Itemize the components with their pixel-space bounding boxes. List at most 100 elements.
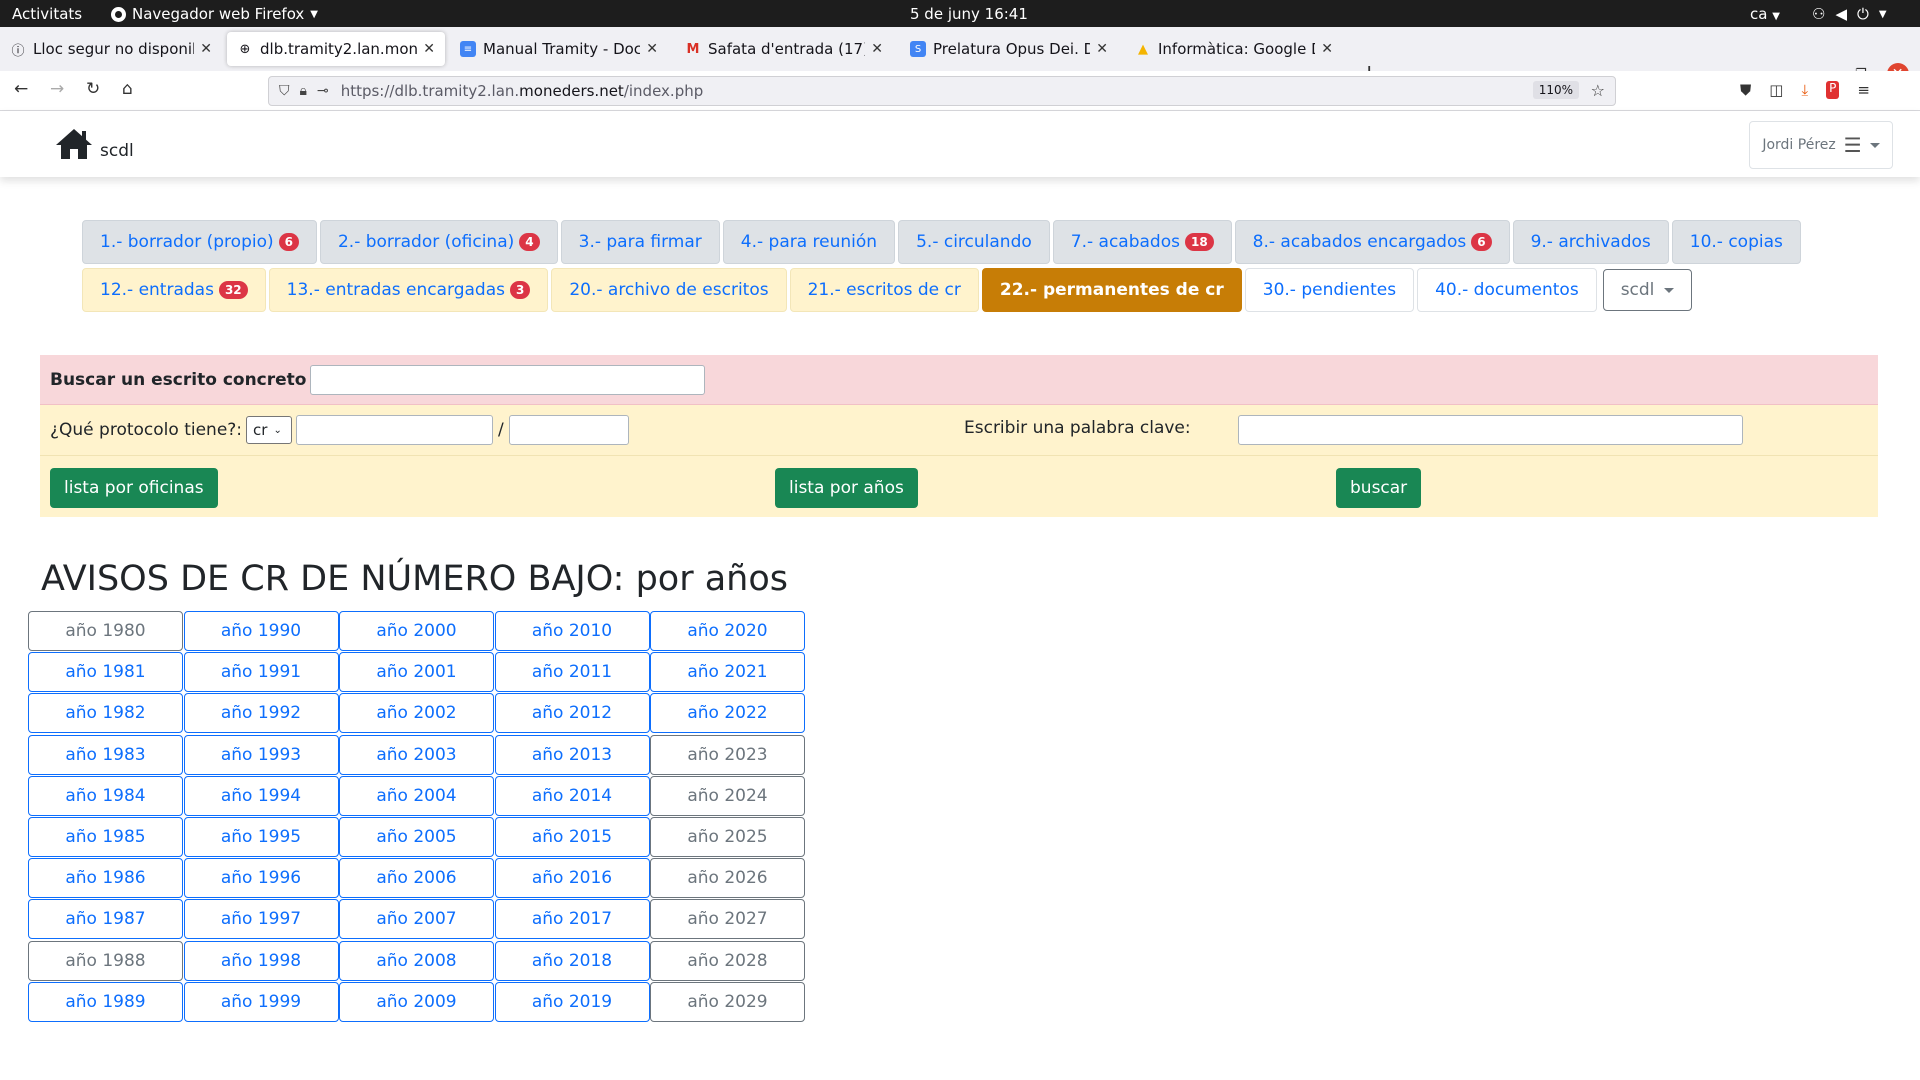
year-button[interactable]: año 2021 xyxy=(650,652,805,693)
download-icon[interactable]: ⤓ xyxy=(1801,81,1808,99)
year-button[interactable]: año 1985 xyxy=(28,816,183,857)
home-icon[interactable] xyxy=(54,127,94,165)
tab-para-reunion[interactable]: 4.- para reunión xyxy=(722,220,896,264)
year-button[interactable]: año 2022 xyxy=(650,693,805,734)
addon-icon[interactable]: P xyxy=(1826,81,1840,99)
year-button[interactable]: año 2019 xyxy=(494,981,650,1022)
clock[interactable]: 5 de juny 16:41 xyxy=(910,5,1028,23)
url-text[interactable]: https://dlb.tramity2.lan.moneders.net/in… xyxy=(341,82,704,100)
system-menu[interactable]: ⚇ ◀ ⏻ ▼ xyxy=(1812,5,1887,23)
tab-circulando[interactable]: 5.- circulando xyxy=(898,220,1050,264)
close-icon[interactable]: ✕ xyxy=(1321,41,1333,57)
lock-icon[interactable]: 🔒︎ xyxy=(300,83,307,99)
year-button[interactable]: año 1984 xyxy=(28,775,183,816)
menu-icon[interactable]: ≡ xyxy=(1857,81,1870,99)
year-button[interactable]: año 1983 xyxy=(28,734,183,775)
close-icon[interactable]: ✕ xyxy=(423,41,435,57)
close-icon[interactable]: ✕ xyxy=(871,41,883,57)
year-button[interactable]: año 1994 xyxy=(183,775,339,816)
year-button[interactable]: año 2001 xyxy=(339,652,494,693)
tab-permanentes-cr[interactable]: 22.- permanentes de cr xyxy=(981,268,1242,312)
year-button[interactable]: año 2002 xyxy=(339,693,494,734)
year-button[interactable]: año 1995 xyxy=(183,816,339,857)
reload-icon[interactable]: ↻ xyxy=(86,79,100,99)
tab-entradas[interactable]: 12.- entradas 32 xyxy=(82,268,266,312)
tab-escritos-cr[interactable]: 21.- escritos de cr xyxy=(789,268,979,312)
year-button[interactable]: año 2006 xyxy=(339,858,494,899)
home-icon[interactable]: ⌂ xyxy=(122,79,133,99)
browser-tab[interactable]: M Safata d'entrada (17) - jor ✕ xyxy=(675,32,893,66)
shield-icon[interactable]: ⛉ xyxy=(279,83,290,99)
year-button[interactable]: año 2013 xyxy=(494,734,650,775)
browser-tab[interactable]: S Prelatura Opus Dei. Deleg ✕ xyxy=(900,32,1118,66)
user-menu[interactable]: Jordi Pérez ☰ xyxy=(1749,121,1893,169)
year-button[interactable]: año 1987 xyxy=(28,899,183,940)
year-button[interactable]: año 2017 xyxy=(494,899,650,940)
year-button[interactable]: año 2011 xyxy=(494,652,650,693)
year-button[interactable]: año 1996 xyxy=(183,858,339,899)
tab-copias[interactable]: 10.- copias xyxy=(1671,220,1801,264)
year-button[interactable]: año 2000 xyxy=(339,611,494,651)
year-button[interactable]: año 1981 xyxy=(28,652,183,693)
tab-borrador-propio[interactable]: 1.- borrador (propio) 6 xyxy=(82,220,317,264)
scdl-dropdown[interactable]: scdl xyxy=(1602,269,1693,311)
year-button[interactable]: año 2012 xyxy=(494,693,650,734)
year-button[interactable]: año 1982 xyxy=(28,693,183,734)
search-button[interactable]: buscar xyxy=(1336,468,1422,508)
protocol-number-input[interactable] xyxy=(296,415,494,445)
year-button[interactable]: año 1989 xyxy=(28,981,183,1022)
year-button[interactable]: año 1986 xyxy=(28,858,183,899)
browser-tab-active[interactable]: ⊕ dlb.tramity2.lan.moneders ✕ xyxy=(227,32,445,66)
year-button[interactable]: año 1992 xyxy=(183,693,339,734)
list-by-offices-button[interactable]: lista por oficinas xyxy=(50,468,218,508)
close-icon[interactable]: ✕ xyxy=(200,41,212,57)
year-button[interactable]: año 2009 xyxy=(339,981,494,1022)
extension-icon[interactable]: ◫ xyxy=(1769,81,1783,99)
year-button[interactable]: año 1998 xyxy=(183,940,339,981)
permissions-icon[interactable]: ⊸ xyxy=(317,83,329,99)
zoom-indicator[interactable]: 110% xyxy=(1532,81,1579,99)
close-icon[interactable]: ✕ xyxy=(646,41,658,57)
browser-tab[interactable]: ⓘ Lloc segur no disponible ✕ xyxy=(0,32,222,66)
url-bar[interactable]: ⛉ 🔒︎ ⊸ https://dlb.tramity2.lan.moneders… xyxy=(268,76,1616,106)
tab-pendientes[interactable]: 30.- pendientes xyxy=(1244,268,1415,312)
year-button[interactable]: año 2004 xyxy=(339,775,494,816)
year-button[interactable]: año 2007 xyxy=(339,899,494,940)
brand-label[interactable]: scdl xyxy=(100,141,134,161)
browser-tab[interactable]: ≡ Manual Tramity - Documen ✕ xyxy=(450,32,668,66)
keyword-input[interactable] xyxy=(1238,415,1743,445)
year-button[interactable]: año 1993 xyxy=(183,734,339,775)
year-button[interactable]: año 1997 xyxy=(183,899,339,940)
year-button[interactable]: año 1990 xyxy=(183,611,339,651)
back-arrow-icon[interactable]: ← xyxy=(14,79,28,99)
tab-documentos[interactable]: 40.- documentos xyxy=(1417,268,1597,312)
tab-entradas-encargadas[interactable]: 13.- entradas encargadas 3 xyxy=(268,268,549,312)
year-button[interactable]: año 2018 xyxy=(494,940,650,981)
year-button[interactable]: año 1999 xyxy=(183,981,339,1022)
tab-para-firmar[interactable]: 3.- para firmar xyxy=(560,220,720,264)
year-button[interactable]: año 2005 xyxy=(339,816,494,857)
close-icon[interactable]: ✕ xyxy=(1096,41,1108,57)
app-menu[interactable]: Navegador web Firefox ▼ xyxy=(111,5,318,23)
year-button[interactable]: año 1991 xyxy=(183,652,339,693)
bookmark-star-icon[interactable]: ☆ xyxy=(1591,81,1605,100)
language-indicator[interactable]: ca ▼ xyxy=(1750,5,1780,23)
year-button[interactable]: año 2015 xyxy=(494,816,650,857)
year-button[interactable]: año 2003 xyxy=(339,734,494,775)
activities-button[interactable]: Activitats xyxy=(12,5,82,23)
year-button[interactable]: año 2020 xyxy=(650,611,805,651)
tab-acabados-encargados[interactable]: 8.- acabados encargados 6 xyxy=(1234,220,1510,264)
year-button[interactable]: año 2010 xyxy=(494,611,650,651)
year-button[interactable]: año 2014 xyxy=(494,775,650,816)
tab-borrador-oficina[interactable]: 2.- borrador (oficina) 4 xyxy=(319,220,558,264)
tab-acabados[interactable]: 7.- acabados 18 xyxy=(1052,220,1232,264)
search-concrete-input[interactable] xyxy=(310,364,706,395)
pocket-icon[interactable]: ⛊ xyxy=(1740,81,1751,99)
protocol-select[interactable]: cr ⌄ xyxy=(246,416,293,444)
protocol-year-input[interactable] xyxy=(508,415,629,445)
tab-archivo-escritos[interactable]: 20.- archivo de escritos xyxy=(551,268,787,312)
list-by-years-button[interactable]: lista por años xyxy=(775,468,918,508)
tab-archivados[interactable]: 9.- archivados xyxy=(1512,220,1669,264)
year-button[interactable]: año 2008 xyxy=(339,940,494,981)
browser-tab[interactable]: ▲ Informàtica: Google Drive ✕ xyxy=(1125,32,1343,66)
